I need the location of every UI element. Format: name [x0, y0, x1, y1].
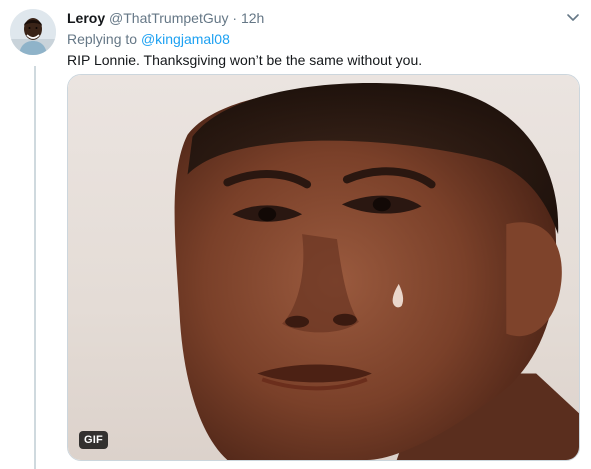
tweet-text: RIP Lonnie. Thanksgiving won’t be the sa…	[67, 52, 423, 68]
gif-media[interactable]: GIF	[67, 74, 580, 461]
tweet-header: Leroy @ThatTrumpetGuy · 12h	[67, 9, 577, 27]
user-handle[interactable]: @ThatTrumpetGuy	[109, 10, 229, 26]
replying-to: Replying to @kingjamal08	[67, 30, 230, 48]
gif-badge: GIF	[79, 431, 108, 449]
reply-mention-link[interactable]: @kingjamal08	[141, 31, 230, 47]
crying-boy-gif	[68, 75, 579, 460]
separator-dot: ·	[232, 10, 238, 26]
chevron-down-icon[interactable]	[565, 9, 581, 25]
avatar[interactable]	[10, 9, 56, 55]
avatar-image	[10, 9, 56, 55]
display-name[interactable]: Leroy	[67, 10, 105, 26]
replying-prefix: Replying to	[67, 31, 138, 47]
timestamp[interactable]: 12h	[241, 10, 264, 26]
thread-line	[34, 66, 36, 469]
